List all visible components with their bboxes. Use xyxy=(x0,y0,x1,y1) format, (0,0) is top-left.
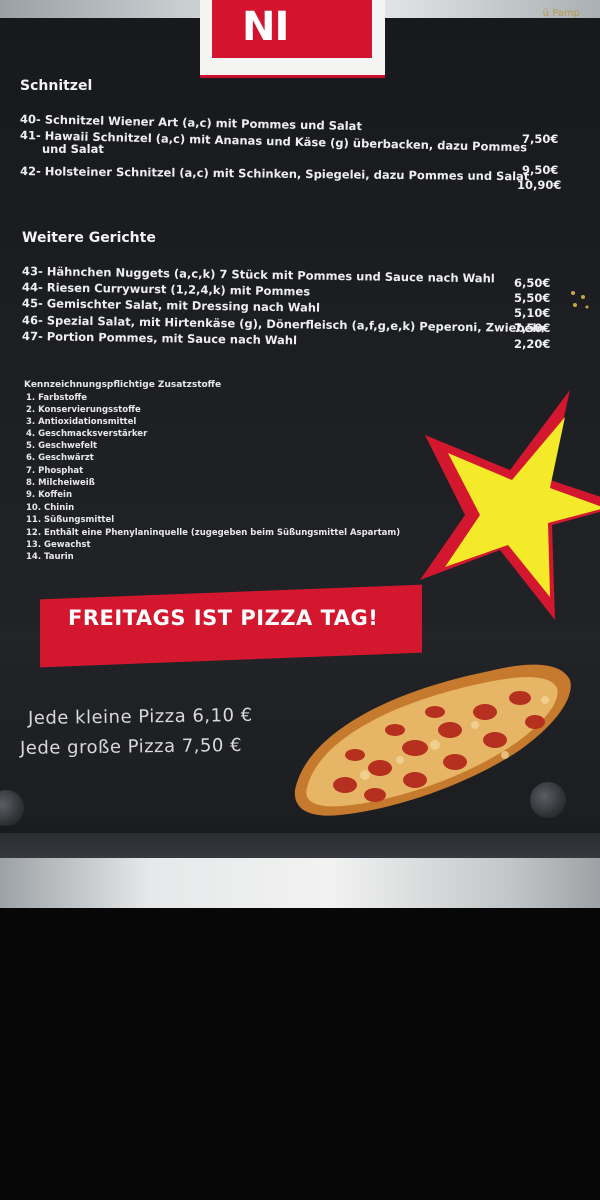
additive-item: 10. Chinin xyxy=(26,503,75,513)
mount-screw-right xyxy=(530,782,566,818)
additives-heading: Kennzeichnungspflichtige Zusatzstoffe xyxy=(24,380,222,390)
menu-item-41-cont: und Salat xyxy=(42,142,104,156)
offer-large-pizza: Jede große Pizza 7,50 € xyxy=(19,734,243,759)
additive-item: 6. Geschwärzt xyxy=(26,453,94,463)
price-47: 2,20€ xyxy=(514,337,551,351)
price-42: 9,50€ xyxy=(522,163,559,177)
logo-badge: NI xyxy=(200,0,385,78)
price-44: 5,50€ xyxy=(514,291,551,305)
additive-item: 14. Taurin xyxy=(26,552,74,562)
additive-item: 4. Geschmacksverstärker xyxy=(26,429,148,439)
additive-item: 1. Farbstoffe xyxy=(26,393,88,403)
additive-item: 3. Antioxidationsmittel xyxy=(26,417,137,427)
weitere-heading: Weitere Gerichte xyxy=(22,230,156,246)
logo-red-block: NI xyxy=(212,0,372,58)
additive-item: 8. Milcheiweiß xyxy=(26,478,95,488)
offer-small-pizza: Jede kleine Pizza 6,10 € xyxy=(27,704,253,729)
additive-item: 12. Enthält eine Phenylaninquelle (zugeg… xyxy=(26,528,401,538)
additive-item: 5. Geschwefelt xyxy=(26,441,98,451)
banner-text: FREITAGS IST PIZZA TAG! xyxy=(68,606,379,630)
price-41: 7,50€ xyxy=(522,132,559,146)
dark-wall xyxy=(0,908,600,1200)
sparkle-icon xyxy=(571,291,589,309)
logo-text: NI xyxy=(242,4,289,50)
additive-item: 11. Süßungsmittel xyxy=(26,515,115,525)
price-46: 7,50€ xyxy=(514,321,551,335)
top-right-text: ü Pamp xyxy=(542,8,580,19)
additive-item: 13. Gewachst xyxy=(26,540,91,550)
price-45: 5,10€ xyxy=(514,306,551,320)
price-42b: 10,90€ xyxy=(517,178,562,192)
star-icon xyxy=(420,390,600,620)
additive-item: 7. Phosphat xyxy=(26,466,84,476)
white-frame-bar xyxy=(0,858,600,908)
additive-item: 9. Koffein xyxy=(26,490,72,500)
schnitzel-heading: Schnitzel xyxy=(20,78,93,94)
price-43: 6,50€ xyxy=(514,276,551,290)
additive-item: 2. Konservierungsstoffe xyxy=(26,405,141,415)
